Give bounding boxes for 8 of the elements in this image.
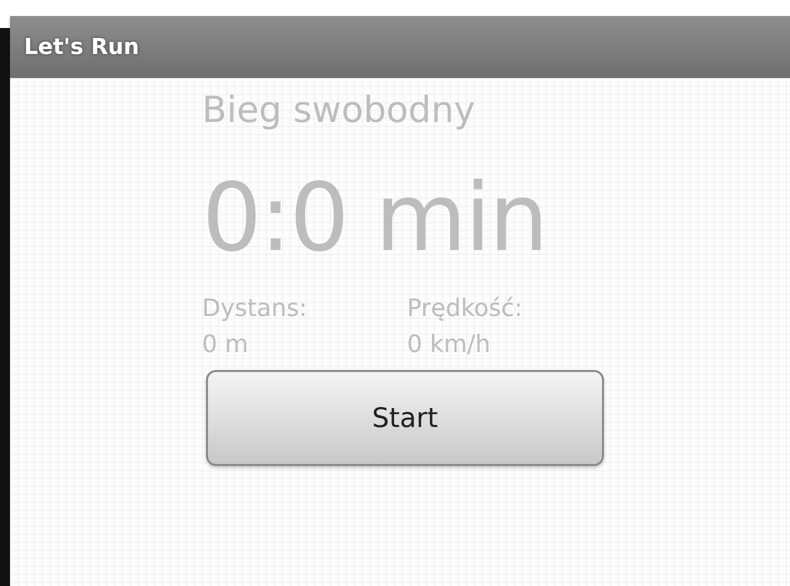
stat-value: 0 m: [202, 329, 250, 360]
start-button[interactable]: Start: [206, 370, 604, 466]
stat-value: 0 km/h: [407, 329, 492, 360]
time-display: 0:0 min: [202, 167, 548, 270]
mode-title: Bieg swobodny: [202, 90, 476, 131]
stat-label: Dystans:: [202, 293, 308, 324]
stat-label: Prędkość:: [407, 293, 524, 324]
window-title: Let's Run: [24, 34, 140, 60]
